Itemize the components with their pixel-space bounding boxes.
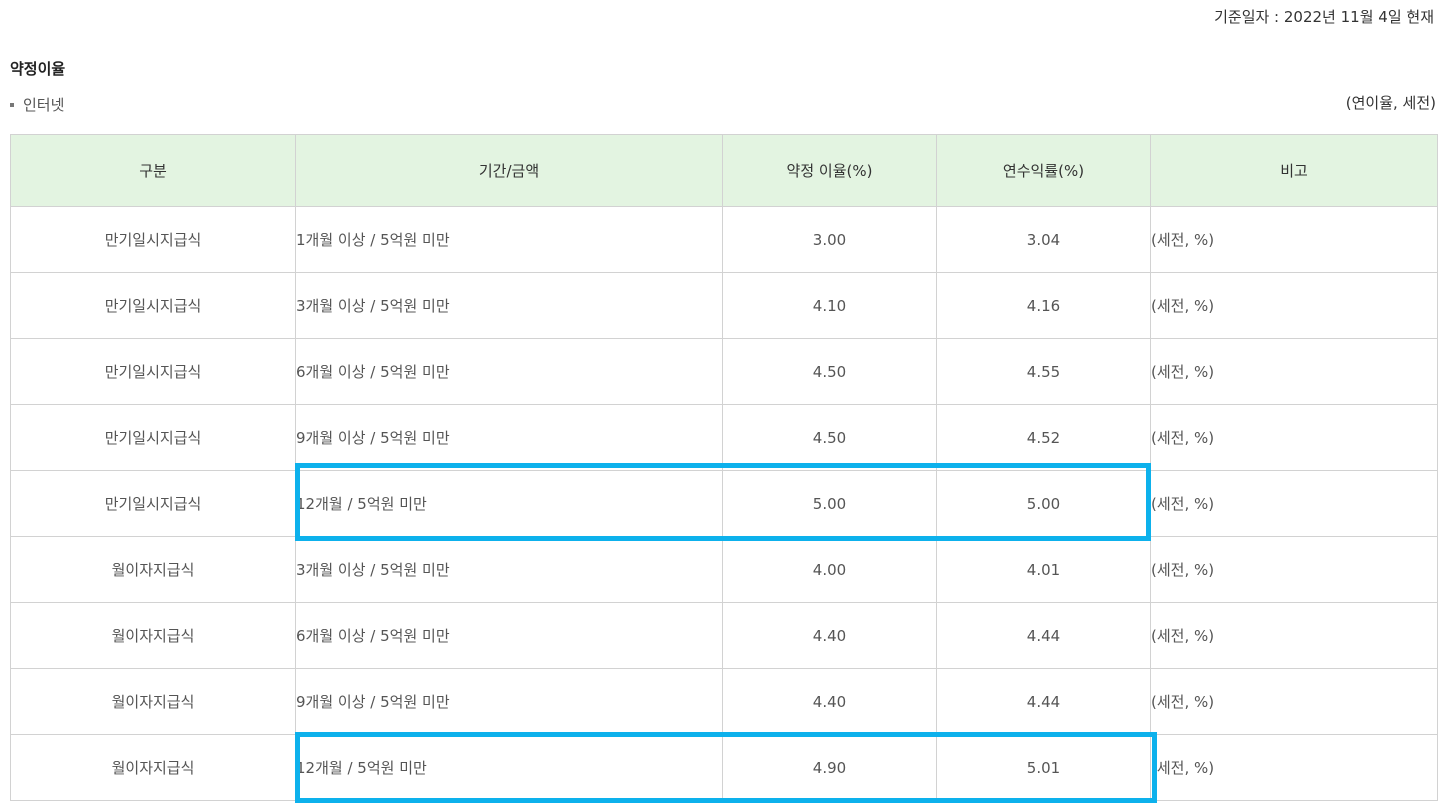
cell-yield: 5.00 [936, 470, 1151, 537]
cell-rate: 4.10 [722, 272, 937, 339]
cell-type: 월이자지급식 [10, 536, 296, 603]
cell-type: 만기일시지급식 [10, 206, 296, 273]
cell-type: 만기일시지급식 [10, 470, 296, 537]
cell-note: (세전, %) [1150, 272, 1438, 339]
header-note: 비고 [1150, 134, 1438, 207]
table-row: 월이자지급식 3개월 이상 / 5억원 미만 4.00 4.01 (세전, %) [10, 536, 1438, 603]
cell-yield: 4.01 [936, 536, 1151, 603]
cell-type: 월이자지급식 [10, 734, 296, 801]
cell-period: 12개월 / 5억원 미만 [295, 734, 723, 801]
bullet-icon [10, 102, 14, 107]
cell-type: 만기일시지급식 [10, 404, 296, 471]
cell-yield: 4.44 [936, 668, 1151, 735]
cell-type: 만기일시지급식 [10, 272, 296, 339]
table-row: 만기일시지급식 3개월 이상 / 5억원 미만 4.10 4.16 (세전, %… [10, 272, 1438, 339]
header-period: 기간/금액 [295, 134, 723, 207]
cell-yield: 4.52 [936, 404, 1151, 471]
cell-type: 만기일시지급식 [10, 338, 296, 405]
cell-rate: 4.50 [722, 404, 937, 471]
cell-note: (세전, %) [1150, 338, 1438, 405]
header-yield: 연수익률(%) [936, 134, 1151, 207]
cell-yield: 5.01 [936, 734, 1151, 801]
section-title: 약정이율 [10, 60, 66, 78]
table-row: 월이자지급식 6개월 이상 / 5억원 미만 4.40 4.44 (세전, %) [10, 602, 1438, 669]
table-header-row: 구분 기간/금액 약정 이율(%) 연수익률(%) 비고 [10, 134, 1438, 207]
cell-note: (세전, %) [1150, 734, 1438, 801]
cell-note: (세전, %) [1150, 470, 1438, 537]
cell-type: 월이자지급식 [10, 668, 296, 735]
subtitle-label: 인터넷 [23, 96, 65, 114]
cell-rate: 4.90 [722, 734, 937, 801]
cell-rate: 3.00 [722, 206, 937, 273]
header-type: 구분 [10, 134, 296, 207]
cell-rate: 4.00 [722, 536, 937, 603]
table-row: 만기일시지급식 12개월 / 5억원 미만 5.00 5.00 (세전, %) [10, 470, 1438, 537]
cell-rate: 4.40 [722, 668, 937, 735]
cell-note: (세전, %) [1150, 206, 1438, 273]
cell-note: (세전, %) [1150, 668, 1438, 735]
table-row: 만기일시지급식 6개월 이상 / 5억원 미만 4.50 4.55 (세전, %… [10, 338, 1438, 405]
cell-yield: 4.55 [936, 338, 1151, 405]
cell-period: 9개월 이상 / 5억원 미만 [295, 404, 723, 471]
cell-period: 6개월 이상 / 5억원 미만 [295, 602, 723, 669]
reference-date: 기준일자 : 2022년 11월 4일 현재 [1214, 8, 1434, 26]
table-row: 월이자지급식 9개월 이상 / 5억원 미만 4.40 4.44 (세전, %) [10, 668, 1438, 735]
cell-period: 1개월 이상 / 5억원 미만 [295, 206, 723, 273]
cell-note: (세전, %) [1150, 536, 1438, 603]
interest-rate-table: 구분 기간/금액 약정 이율(%) 연수익률(%) 비고 만기일시지급식 1개월… [10, 134, 1438, 801]
cell-period: 3개월 이상 / 5억원 미만 [295, 536, 723, 603]
cell-yield: 4.44 [936, 602, 1151, 669]
cell-yield: 4.16 [936, 272, 1151, 339]
header-rate: 약정 이율(%) [722, 134, 937, 207]
table-row: 만기일시지급식 9개월 이상 / 5억원 미만 4.50 4.52 (세전, %… [10, 404, 1438, 471]
cell-period: 9개월 이상 / 5억원 미만 [295, 668, 723, 735]
cell-period: 3개월 이상 / 5억원 미만 [295, 272, 723, 339]
subtitle-row: 인터넷 [10, 94, 64, 115]
cell-rate: 5.00 [722, 470, 937, 537]
cell-note: (세전, %) [1150, 404, 1438, 471]
cell-rate: 4.40 [722, 602, 937, 669]
cell-rate: 4.50 [722, 338, 937, 405]
table-row: 월이자지급식 12개월 / 5억원 미만 4.90 5.01 (세전, %) [10, 734, 1438, 801]
cell-type: 월이자지급식 [10, 602, 296, 669]
cell-period: 6개월 이상 / 5억원 미만 [295, 338, 723, 405]
cell-note: (세전, %) [1150, 602, 1438, 669]
unit-note: (연이율, 세전) [1345, 94, 1436, 112]
table-row: 만기일시지급식 1개월 이상 / 5억원 미만 3.00 3.04 (세전, %… [10, 206, 1438, 273]
cell-period: 12개월 / 5억원 미만 [295, 470, 723, 537]
cell-yield: 3.04 [936, 206, 1151, 273]
